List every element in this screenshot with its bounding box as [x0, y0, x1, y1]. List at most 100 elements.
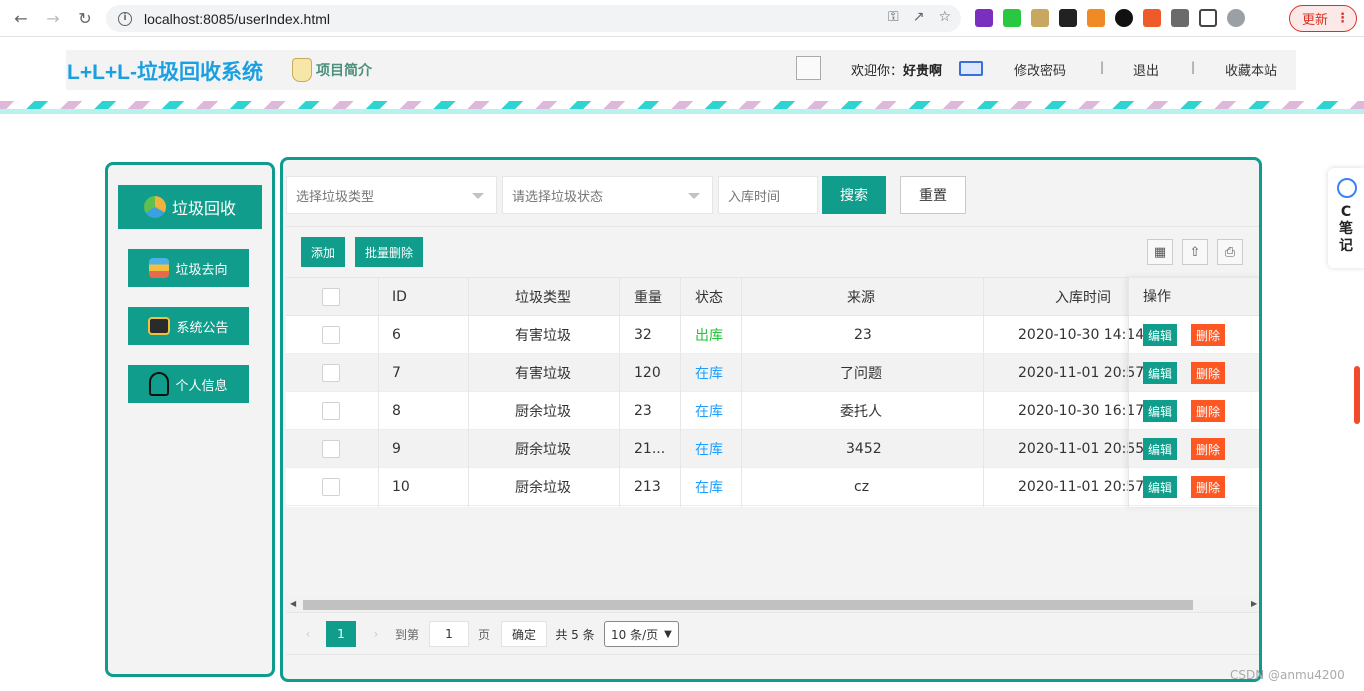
actions-column: 操作 编辑 删除 编辑 删除 编辑 删除 编辑 删除 编辑 删除	[1128, 277, 1259, 507]
garbage-table: ID 垃圾类型 重量 状态 来源 入库时间 操作 6 有害垃圾 32 出库 23…	[286, 277, 1259, 507]
table-row[interactable]: 9 厨余垃圾 21... 在库 3452 2020-11-01 20:55	[286, 430, 1259, 468]
browser-toolbar: ← → ↻ i localhost:8085/userIndex.html ⚿ …	[0, 0, 1364, 37]
row-checkbox[interactable]	[322, 316, 340, 354]
extension-vip-icon[interactable]	[1087, 9, 1105, 27]
column-header-weight[interactable]: 重量	[634, 278, 662, 316]
scroll-right-icon[interactable]: ▶	[1251, 599, 1257, 608]
change-password-link[interactable]: 修改密码	[1014, 60, 1066, 79]
edit-button[interactable]: 编辑	[1143, 476, 1177, 498]
prev-page-icon[interactable]: ‹	[298, 621, 318, 647]
column-header-status[interactable]: 状态	[695, 278, 723, 316]
sidebar-item-profile[interactable]: 个人信息	[128, 365, 249, 403]
extension-image-icon[interactable]	[1031, 9, 1049, 27]
goto-page-input[interactable]: 1	[429, 621, 469, 647]
address-bar[interactable]: i localhost:8085/userIndex.html ⚿ ↗ ☆	[106, 5, 961, 32]
edit-button[interactable]: 编辑	[1143, 438, 1177, 460]
puzzle-icon[interactable]	[1171, 9, 1189, 27]
star-icon[interactable]: ☆	[938, 9, 951, 25]
project-intro-link[interactable]: 项目简介	[292, 58, 372, 82]
column-header-id[interactable]: ID	[392, 278, 407, 316]
row-checkbox[interactable]	[322, 468, 340, 506]
logout-link[interactable]: 退出	[1133, 60, 1159, 79]
profile-icon[interactable]	[1227, 9, 1245, 27]
garbage-status-select[interactable]: 请选择垃圾状态	[502, 176, 713, 214]
column-divider	[983, 277, 984, 507]
row-checkbox[interactable]	[322, 392, 340, 430]
scrollbar-thumb[interactable]	[303, 600, 1193, 610]
table-row[interactable]: 8 厨余垃圾 23 在库 委托人 2020-10-30 16:17	[286, 392, 1259, 430]
print-icon[interactable]: ⎙	[1217, 239, 1243, 265]
chevron-down-icon	[688, 193, 700, 199]
batch-delete-button[interactable]: 批量删除	[355, 237, 423, 267]
scroll-left-icon[interactable]: ◀	[290, 599, 296, 608]
cell-weight: 23	[634, 403, 652, 419]
update-label: 更新	[1302, 13, 1329, 28]
select-all-checkbox[interactable]	[322, 278, 342, 316]
cell-status: 在库	[695, 442, 723, 458]
add-button[interactable]: 添加	[301, 237, 345, 267]
row-checkbox[interactable]	[322, 430, 340, 468]
forward-icon[interactable]: →	[42, 7, 64, 29]
note-widget[interactable]: C笔记	[1328, 168, 1364, 268]
column-header-type[interactable]: 垃圾类型	[515, 278, 571, 316]
garbage-status-placeholder: 请选择垃圾状态	[512, 189, 604, 205]
garbage-type-select[interactable]: 选择垃圾类型	[286, 176, 497, 214]
id-card-icon[interactable]	[959, 61, 983, 76]
next-page-icon[interactable]: ›	[366, 621, 386, 647]
total-count: 共 5 条	[555, 627, 595, 642]
extension-rp-icon[interactable]	[975, 9, 993, 27]
columns-icon[interactable]: ▦	[1147, 239, 1173, 265]
column-header-time[interactable]: 入库时间	[1055, 278, 1111, 316]
user-icon	[149, 372, 170, 396]
sidebar-item-garbage-destination[interactable]: 垃圾去向	[128, 249, 249, 287]
delete-button[interactable]: 删除	[1191, 476, 1225, 498]
horizontal-scrollbar[interactable]: ◀ ▶	[286, 597, 1259, 612]
pen-icon	[1337, 178, 1357, 198]
column-header-source[interactable]: 来源	[847, 278, 875, 316]
export-icon[interactable]: ⇧	[1182, 239, 1208, 265]
sidepanel-icon[interactable]	[1199, 9, 1217, 27]
site-logo[interactable]: L+L+L-垃圾回收系统	[67, 56, 263, 86]
share-icon[interactable]: ↗	[913, 9, 925, 25]
url-text[interactable]: localhost:8085/userIndex.html	[144, 11, 330, 27]
sidebar-item-label: 系统公告	[176, 320, 229, 336]
delete-button[interactable]: 删除	[1191, 438, 1225, 460]
side-scroll-indicator[interactable]	[1354, 366, 1360, 424]
sidebar-item-garbage-recycle[interactable]: 垃圾回收	[118, 185, 262, 229]
edit-button[interactable]: 编辑	[1143, 362, 1177, 384]
row-checkbox[interactable]	[322, 354, 340, 392]
info-icon[interactable]: i	[118, 11, 132, 26]
table-row[interactable]: 7 有害垃圾 120 在库 了问题 2020-11-01 20:57	[286, 354, 1259, 392]
page-suffix-label: 页	[477, 627, 490, 642]
extension-game-icon[interactable]	[1059, 9, 1077, 27]
sidebar-item-announcements[interactable]: 系统公告	[128, 307, 249, 345]
page-number-current[interactable]: 1	[326, 621, 356, 647]
sidebar: 垃圾回收 垃圾去向 系统公告 个人信息	[105, 162, 275, 677]
update-button[interactable]: 更新 ⋮	[1289, 5, 1357, 32]
cell-type: 厨余垃圾	[515, 480, 571, 496]
edit-button[interactable]: 编辑	[1143, 400, 1177, 422]
reset-button[interactable]: 重置	[900, 176, 966, 214]
page-size-select[interactable]: 10 条/页 ▼	[604, 621, 679, 647]
column-divider	[741, 277, 742, 507]
sidebar-item-label: 个人信息	[175, 378, 228, 394]
cell-time: 2020-11-01 20:57	[1018, 479, 1145, 495]
storage-time-input[interactable]: 入库时间	[718, 176, 818, 214]
cell-type: 有害垃圾	[515, 366, 571, 382]
search-button[interactable]: 搜索	[822, 176, 886, 214]
extension-c-icon[interactable]	[1143, 9, 1161, 27]
goto-confirm-button[interactable]: 确定	[501, 621, 547, 647]
back-icon[interactable]: ←	[10, 7, 32, 29]
table-row[interactable]: 10 厨余垃圾 213 在库 cz 2020-11-01 20:57	[286, 468, 1259, 506]
delete-button[interactable]: 删除	[1191, 400, 1225, 422]
edit-button[interactable]: 编辑	[1143, 324, 1177, 346]
reload-icon[interactable]: ↻	[74, 7, 96, 29]
key-icon[interactable]: ⚿	[888, 9, 899, 25]
bookmark-link[interactable]: 收藏本站	[1225, 60, 1277, 79]
delete-button[interactable]: 删除	[1191, 362, 1225, 384]
delete-button[interactable]: 删除	[1191, 324, 1225, 346]
divider	[286, 654, 1259, 655]
extension-chat-icon[interactable]	[1003, 9, 1021, 27]
extension-infinity-icon[interactable]	[1115, 9, 1133, 27]
table-row[interactable]: 6 有害垃圾 32 出库 23 2020-10-30 14:14	[286, 316, 1259, 354]
